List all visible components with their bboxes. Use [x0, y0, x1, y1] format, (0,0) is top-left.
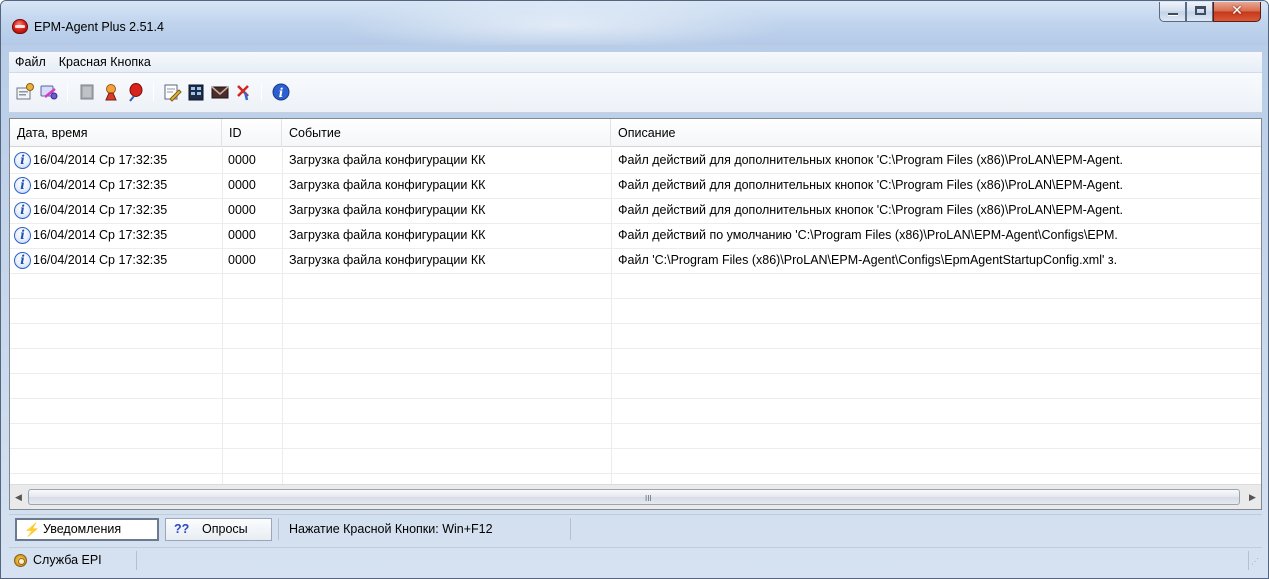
window-title: EPM-Agent Plus 2.51.4	[34, 20, 164, 34]
info-icon: i	[14, 227, 31, 244]
cell-id: 0000	[228, 178, 256, 192]
column-header-id[interactable]: ID	[222, 119, 282, 147]
question-icon: ??	[174, 522, 190, 536]
column-header-event[interactable]: Событие	[282, 119, 611, 147]
disabled-book-icon[interactable]	[77, 82, 97, 102]
info-icon: i	[14, 177, 31, 194]
svg-text:i: i	[279, 86, 284, 100]
cell-datetime: 16/04/2014 Ср 17:32:35	[33, 253, 168, 267]
lightning-icon: ⚡	[24, 522, 41, 537]
status-separator	[570, 518, 571, 540]
column-header-datetime[interactable]: Дата, время	[10, 119, 222, 147]
window-controls: ✕	[1159, 2, 1261, 24]
column-header-description[interactable]: Описание	[611, 119, 1263, 147]
menu-bar: Файл Красная Кнопка	[9, 52, 1262, 73]
service-status: Служба EPI	[33, 553, 102, 567]
refresh-connect-icon[interactable]	[39, 82, 59, 102]
cell-event: Загрузка файла конфигурации КК	[289, 253, 486, 267]
grid-line	[10, 423, 1261, 424]
maximize-button[interactable]	[1186, 2, 1213, 22]
list-body: i 16/04/2014 Ср 17:32:35 0000 Загрузка ф…	[10, 148, 1261, 484]
red-balloon-icon[interactable]	[125, 82, 145, 102]
status-separator	[136, 551, 137, 570]
table-row[interactable]: i 16/04/2014 Ср 17:32:35 0000 Загрузка ф…	[10, 148, 1261, 173]
bottom-tabs: ⚡ Уведомления ?? Опросы Нажатие Красной …	[9, 514, 1262, 542]
tab-polls[interactable]: ?? Опросы	[165, 518, 272, 541]
minimize-button[interactable]	[1159, 2, 1186, 22]
grid-line	[10, 273, 1261, 274]
settings-card-icon[interactable]	[15, 82, 35, 102]
title-bar[interactable]: EPM-Agent Plus 2.51.4 ✕	[1, 1, 1268, 45]
cell-description: Файл действий для дополнительных кнопок …	[618, 203, 1123, 217]
cell-datetime: 16/04/2014 Ср 17:32:35	[33, 228, 168, 242]
cell-description: Файл действий для дополнительных кнопок …	[618, 178, 1123, 192]
scroll-left-arrow-icon[interactable]: ◀	[10, 485, 27, 510]
hotkey-info: Нажатие Красной Кнопки: Win+F12	[289, 522, 493, 536]
info-icon: i	[14, 152, 31, 169]
film-table-icon[interactable]	[186, 82, 206, 102]
cell-id: 0000	[228, 253, 256, 267]
about-info-icon[interactable]: i	[271, 82, 291, 102]
cell-id: 0000	[228, 153, 256, 167]
cell-id: 0000	[228, 228, 256, 242]
horizontal-scrollbar[interactable]: ◀ III ▶	[10, 484, 1261, 509]
scroll-right-arrow-icon[interactable]: ▶	[1244, 485, 1261, 510]
edit-document-icon[interactable]	[162, 82, 182, 102]
cell-event: Загрузка файла конфигурации КК	[289, 228, 486, 242]
maximize-icon	[1195, 6, 1206, 15]
resize-grip-icon[interactable]: ⋰	[1249, 558, 1259, 569]
grid-line	[10, 348, 1261, 349]
red-button-app-icon[interactable]	[12, 19, 28, 34]
grid-line	[10, 473, 1261, 474]
delete-pin-icon[interactable]	[234, 82, 254, 102]
user-award-icon[interactable]	[101, 82, 121, 102]
mail-envelope-icon[interactable]	[210, 82, 230, 102]
cell-datetime: 16/04/2014 Ср 17:32:35	[33, 153, 168, 167]
service-gear-icon	[14, 554, 27, 567]
tab-notifications-label: Уведомления	[43, 522, 122, 536]
table-row[interactable]: i 16/04/2014 Ср 17:32:35 0000 Загрузка ф…	[10, 223, 1261, 248]
info-icon: i	[14, 202, 31, 219]
grid-line	[10, 398, 1261, 399]
list-header: Дата, время ID Событие Описание	[10, 119, 1261, 147]
toolbar-separator	[261, 83, 262, 101]
toolbar: i	[9, 73, 1262, 113]
cell-event: Загрузка файла конфигурации КК	[289, 178, 486, 192]
scroll-grip: III	[645, 494, 652, 503]
grid-line	[10, 323, 1261, 324]
grid-line	[10, 298, 1261, 299]
cell-datetime: 16/04/2014 Ср 17:32:35	[33, 203, 168, 217]
tab-polls-label: Опросы	[202, 522, 248, 536]
minimize-icon	[1168, 13, 1178, 16]
grid-line	[10, 373, 1261, 374]
menu-red-button[interactable]: Красная Кнопка	[53, 52, 158, 73]
status-separator	[278, 518, 279, 540]
toolbar-separator	[153, 83, 154, 101]
event-list[interactable]: Дата, время ID Событие Описание i 16/04/…	[9, 118, 1262, 510]
menu-file[interactable]: Файл	[9, 52, 53, 73]
cell-description: Файл действий по умолчанию 'C:\Program F…	[618, 228, 1118, 242]
table-row[interactable]: i 16/04/2014 Ср 17:32:35 0000 Загрузка ф…	[10, 198, 1261, 223]
table-row[interactable]: i 16/04/2014 Ср 17:32:35 0000 Загрузка ф…	[10, 248, 1261, 273]
cell-description: Файл 'C:\Program Files (x86)\ProLAN\EPM-…	[618, 253, 1118, 267]
cell-datetime: 16/04/2014 Ср 17:32:35	[33, 178, 168, 192]
cell-id: 0000	[228, 203, 256, 217]
grid-line	[10, 448, 1261, 449]
status-bar: Служба EPI ⋰	[9, 547, 1262, 572]
cell-event: Загрузка файла конфигурации КК	[289, 153, 486, 167]
tab-notifications[interactable]: ⚡ Уведомления	[15, 518, 159, 541]
close-button[interactable]: ✕	[1213, 2, 1261, 22]
scroll-thumb[interactable]: III	[28, 489, 1240, 505]
close-icon: ✕	[1231, 3, 1243, 19]
table-row[interactable]: i 16/04/2014 Ср 17:32:35 0000 Загрузка ф…	[10, 173, 1261, 198]
cell-description: Файл действий для дополнительных кнопок …	[618, 153, 1123, 167]
toolbar-separator	[67, 83, 68, 101]
info-icon: i	[14, 252, 31, 269]
cell-event: Загрузка файла конфигурации КК	[289, 203, 486, 217]
app-window: EPM-Agent Plus 2.51.4 ✕ Файл Красная Кно…	[0, 0, 1269, 579]
